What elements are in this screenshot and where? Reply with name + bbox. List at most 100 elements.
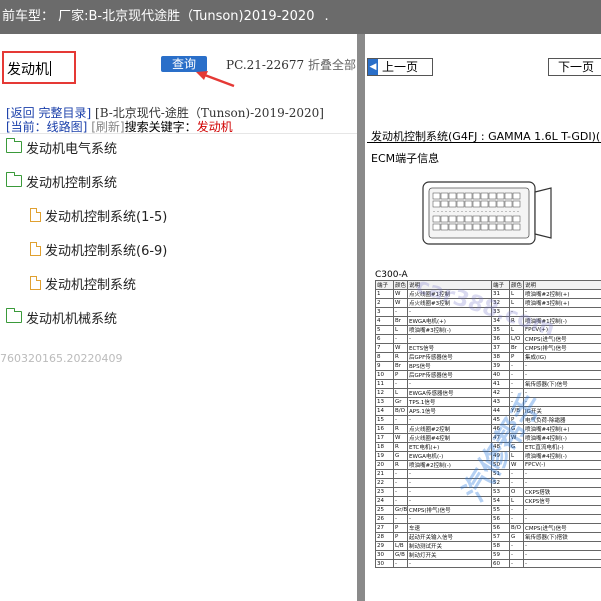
table-cell: 41: [491, 378, 510, 389]
table-row: 5 L 喷油嘴#3控制(-) 35 L FPCV(+): [375, 324, 601, 335]
table-cell: 40: [491, 369, 510, 380]
divider-line: [0, 133, 357, 134]
table-row: 19 G EWGA电机(-) 49 L 喷油嘴#4控制(-): [375, 450, 601, 461]
table-cell: L: [509, 324, 524, 335]
table-cell: -: [393, 378, 408, 389]
table-cell: -: [407, 486, 492, 497]
table-cell: 点火线圈#4控制: [407, 432, 492, 443]
table-cell: 电气负荷-除霜器: [523, 414, 601, 425]
table-cell: 9: [375, 360, 394, 371]
document-title-rule: [367, 142, 601, 143]
tree-item-label: 发动机电气系统: [26, 141, 118, 157]
table-cell: 39: [491, 360, 510, 371]
table-cell: P: [393, 522, 408, 533]
table-row: 15- -45 P 电气负荷-除霜器: [375, 414, 601, 425]
table-cell: 29: [375, 540, 394, 551]
table-cell: O: [509, 486, 524, 497]
pin-table-header-cell: 颜色: [509, 280, 524, 290]
next-page-label: 下一页: [557, 60, 594, 74]
table-cell: R: [509, 315, 524, 326]
table-cell: 51: [491, 468, 510, 479]
table-cell: 38: [491, 351, 510, 362]
table-cell: 58: [491, 540, 510, 551]
prev-page-button[interactable]: ◀ 上一页: [367, 58, 433, 76]
table-row: 16 R 点火线圈#2控制 46 G 喷油嘴#4控制(+): [375, 423, 601, 434]
table-cell: 47: [491, 432, 510, 443]
table-cell: -: [523, 477, 601, 488]
table-cell: Y/B: [509, 405, 524, 416]
table-cell: -: [393, 333, 408, 344]
table-cell: ETC直流电机(-): [523, 441, 601, 452]
table-cell: 59: [491, 549, 510, 560]
pin-table-header: 端子 颜色 说明 端子 颜色 说明: [375, 280, 601, 290]
table-cell: P: [509, 414, 524, 425]
left-panel: 发动机 查询 PC.21-22677 折叠全部 [返回 完整目录] [B-北京现…: [0, 34, 357, 601]
table-cell: L: [509, 289, 524, 299]
table-cell: -: [407, 558, 492, 569]
search-input[interactable]: 发动机: [2, 51, 76, 84]
table-cell: 15: [375, 414, 394, 425]
ecm-terminal-heading: ECM端子信息: [371, 152, 440, 165]
table-row: 29 L/B 制动测试开关 58- -: [375, 540, 601, 551]
table-cell: 喷油嘴#2控制(-): [407, 459, 492, 470]
table-cell: 10: [375, 369, 394, 380]
document-viewer: ◀ 上一页 下一页 发动机控制系统(G4FJ : GAMMA 1.6L T-GD…: [365, 34, 601, 601]
table-row: 20 R 喷油嘴#2控制(-) 50 W FPCV(-): [375, 459, 601, 470]
table-cell: -: [407, 414, 492, 425]
table-cell: 34: [491, 315, 510, 326]
table-cell: 6: [375, 333, 394, 344]
table-cell: 31: [491, 289, 510, 299]
table-cell: 后GPF传感器信号: [407, 351, 492, 362]
table-cell: CMPS(进气)信号: [523, 522, 601, 533]
table-cell: G/B: [393, 549, 408, 560]
table-cell: 氧传感器(下)信号: [523, 378, 601, 389]
table-cell: W: [393, 289, 408, 299]
fold-all-link[interactable]: 折叠全部: [308, 58, 356, 72]
table-cell: 56: [491, 513, 510, 524]
table-cell: L/B: [393, 540, 408, 551]
refresh-link[interactable]: [刷新]: [91, 120, 124, 134]
tree-item-engine-control-1-5[interactable]: 发动机控制系统(1-5): [30, 205, 167, 225]
table-row: 4 Br EWGA电机(+) 34 R 喷油嘴#1控制(-): [375, 315, 601, 326]
table-cell: 喷油嘴#4控制(-): [523, 450, 601, 461]
table-cell: -: [523, 540, 601, 551]
title-bar: 前车型： 厂家:B-北京现代途胜（Tunson)2019-2020.: [0, 0, 601, 34]
table-cell: -: [509, 540, 524, 551]
next-page-button[interactable]: 下一页: [548, 58, 601, 76]
tree-item-engine-electrical[interactable]: 发动机电气系统: [5, 137, 118, 157]
pin-table-header-cell: 颜色: [393, 280, 408, 290]
connector-ref: C300-A: [375, 270, 408, 280]
panel-splitter[interactable]: [357, 34, 365, 601]
tree-item-engine-mechanical[interactable]: 发动机机械系统: [5, 307, 118, 327]
table-cell: 车速: [407, 522, 492, 533]
table-cell: Gr/B: [393, 504, 408, 515]
table-cell: 12: [375, 387, 394, 398]
table-cell: 3: [375, 307, 394, 317]
table-cell: -: [509, 477, 524, 488]
pin-table-header-cell: 端子: [491, 280, 510, 290]
tree-item-engine-control-file[interactable]: 发动机控制系统: [30, 273, 136, 293]
pc-code: PC.21-22677 折叠全部: [226, 56, 356, 73]
table-row: 25 Gr/B CMPS(排气)信号 55- -: [375, 504, 601, 515]
table-cell: 46: [491, 423, 510, 434]
file-icon: [30, 242, 41, 256]
title-bar-dot: .: [324, 9, 329, 24]
table-cell: 36: [491, 333, 510, 344]
table-cell: -: [509, 378, 524, 389]
table-cell: P: [393, 369, 408, 380]
table-cell: CMPS(排气)信号: [523, 342, 601, 353]
viewer-nav: ◀ 上一页 下一页: [365, 34, 601, 84]
table-row: 9 Br BPS信号 39- -: [375, 360, 601, 371]
table-cell: -: [509, 558, 524, 569]
table-cell: -: [407, 477, 492, 488]
tree-item-label: 发动机控制系统(1-5): [45, 209, 168, 225]
table-cell: 制动灯开关: [407, 549, 492, 560]
pc-code-text: PC.21-22677: [226, 58, 305, 72]
tree-item-label: 发动机机械系统: [26, 311, 118, 327]
table-cell: 16: [375, 423, 394, 434]
tree-item-engine-control[interactable]: 发动机控制系统: [5, 171, 117, 191]
table-cell: 氧传感器(下)搭铁: [523, 531, 601, 542]
table-cell: CMPS(进气)信号: [523, 333, 601, 344]
table-cell: FPCV(-): [523, 459, 601, 470]
tree-item-engine-control-6-9[interactable]: 发动机控制系统(6-9): [30, 239, 167, 259]
